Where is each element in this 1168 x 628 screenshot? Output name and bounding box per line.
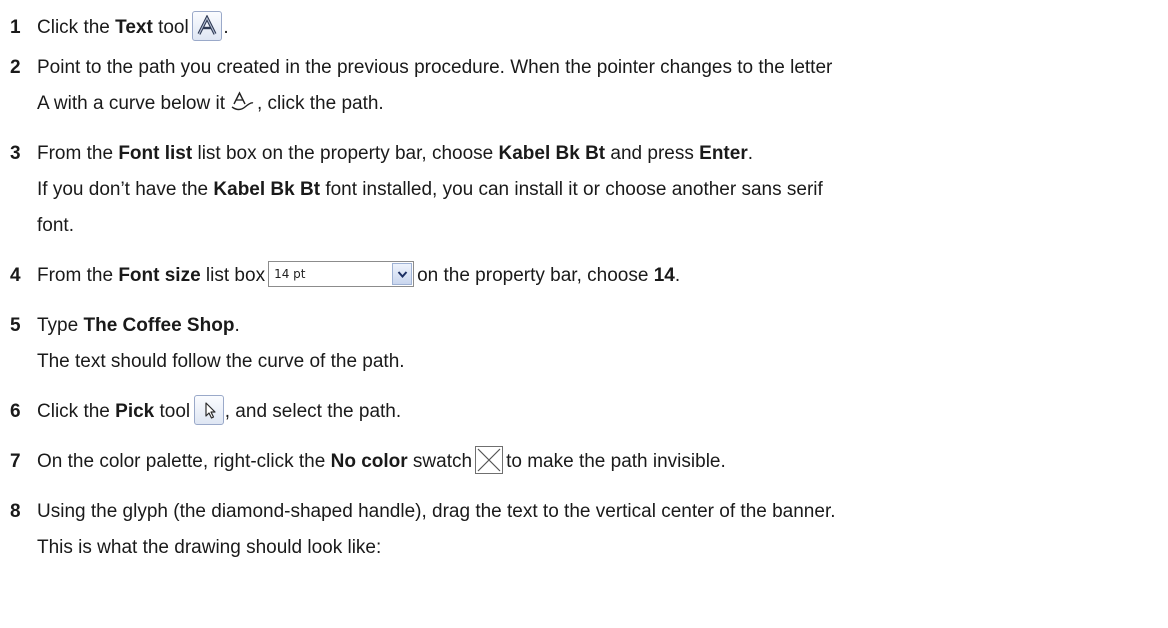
font-name: Kabel Bk Bt bbox=[213, 179, 321, 200]
step-7: 7 On the color palette, right-click the … bbox=[10, 444, 1168, 480]
step-3: 3 From the Font list list box on the pro… bbox=[10, 136, 1168, 244]
step-text-line-1: Point to the path you created in the pre… bbox=[37, 57, 833, 78]
step-text: On the color palette, right-click the No… bbox=[37, 444, 1168, 480]
pick-tool-icon bbox=[193, 394, 224, 425]
step-number: 8 bbox=[10, 501, 21, 522]
text-run: . bbox=[747, 143, 753, 164]
text-run: Click the bbox=[37, 401, 116, 422]
step-text: Using the glyph (the diamond-shaped hand… bbox=[37, 501, 836, 522]
text-run: . bbox=[234, 315, 240, 336]
tool-name: Pick bbox=[115, 401, 155, 422]
step-number: 4 bbox=[10, 265, 21, 286]
text-run: and press bbox=[605, 143, 700, 164]
text-run: tool bbox=[152, 17, 189, 38]
step-number: 5 bbox=[10, 315, 21, 336]
text-run: font installed, you can install it or ch… bbox=[320, 179, 823, 200]
chevron-down-icon bbox=[392, 262, 413, 285]
step-number: 6 bbox=[10, 401, 21, 422]
typed-text: The Coffee Shop bbox=[83, 315, 235, 336]
text-run: to make the path invisible. bbox=[506, 451, 726, 472]
control-name: Font size bbox=[118, 265, 201, 286]
step-text: Click the Pick tool , and select the pat… bbox=[37, 394, 1168, 430]
text-run: , click the path. bbox=[256, 93, 384, 114]
text-run: Click the bbox=[37, 17, 116, 38]
swatch-name: No color bbox=[330, 451, 408, 472]
size-value: 14 bbox=[653, 265, 675, 286]
key-name: Enter bbox=[699, 143, 748, 164]
text-run: swatch bbox=[407, 451, 473, 472]
step-number: 2 bbox=[10, 57, 21, 78]
text-run: Type bbox=[37, 315, 84, 336]
step-text: Click the Text tool . bbox=[37, 10, 1168, 46]
text-run: . bbox=[223, 17, 229, 38]
text-run: list box bbox=[200, 265, 266, 286]
text-on-path-cursor-icon bbox=[229, 90, 255, 114]
step-number: 3 bbox=[10, 143, 21, 164]
font-name: Kabel Bk Bt bbox=[498, 143, 606, 164]
tool-name: Text bbox=[115, 17, 153, 38]
step-note: This is what the drawing should look lik… bbox=[37, 537, 382, 558]
step-text: From the Font list list box on the prope… bbox=[37, 136, 1168, 172]
step-number: 7 bbox=[10, 451, 21, 472]
text-run: . bbox=[674, 265, 681, 286]
instruction-steps: 1 Click the Text tool . 2 Point to the p… bbox=[10, 0, 1168, 566]
step-note: If you don’t have the Kabel Bk Bt font i… bbox=[37, 172, 1168, 208]
control-name: Font list bbox=[118, 143, 193, 164]
step-number: 1 bbox=[10, 17, 21, 38]
step-1: 1 Click the Text tool . bbox=[10, 10, 1168, 46]
step-5: 5 Type The Coffee Shop. The text should … bbox=[10, 308, 1168, 380]
step-text-line-2: A with a curve below it , click the path… bbox=[37, 86, 1168, 122]
step-6: 6 Click the Pick tool , and select the p… bbox=[10, 394, 1168, 430]
text-run: list box on the property bar, choose bbox=[192, 143, 499, 164]
font-size-combo-box: 14 pt bbox=[268, 260, 415, 287]
step-2: 2 Point to the path you created in the p… bbox=[10, 50, 1168, 122]
text-run: From the bbox=[37, 265, 119, 286]
step-text: Type The Coffee Shop. bbox=[37, 308, 1168, 344]
step-text: From the Font size list box 14 pt on the p… bbox=[37, 258, 1168, 294]
combo-value: 14 pt bbox=[274, 266, 306, 281]
text-run: on the property bar, choose bbox=[417, 265, 654, 286]
text-run: From the bbox=[37, 143, 119, 164]
text-run: , and select the path. bbox=[224, 401, 402, 422]
step-8: 8 Using the glyph (the diamond-shaped ha… bbox=[10, 494, 1168, 566]
text-run: If you don’t have the bbox=[37, 179, 214, 200]
text-run: A with a curve below it bbox=[37, 93, 225, 114]
step-note: The text should follow the curve of the … bbox=[37, 351, 405, 372]
step-4: 4 From the Font size list box 14 pt on the… bbox=[10, 258, 1168, 294]
step-note-line-2: font. bbox=[37, 215, 74, 236]
text-tool-icon bbox=[192, 10, 223, 41]
text-run: tool bbox=[154, 401, 191, 422]
no-color-swatch-icon bbox=[475, 445, 504, 474]
text-run: On the color palette, right-click the bbox=[37, 451, 331, 472]
